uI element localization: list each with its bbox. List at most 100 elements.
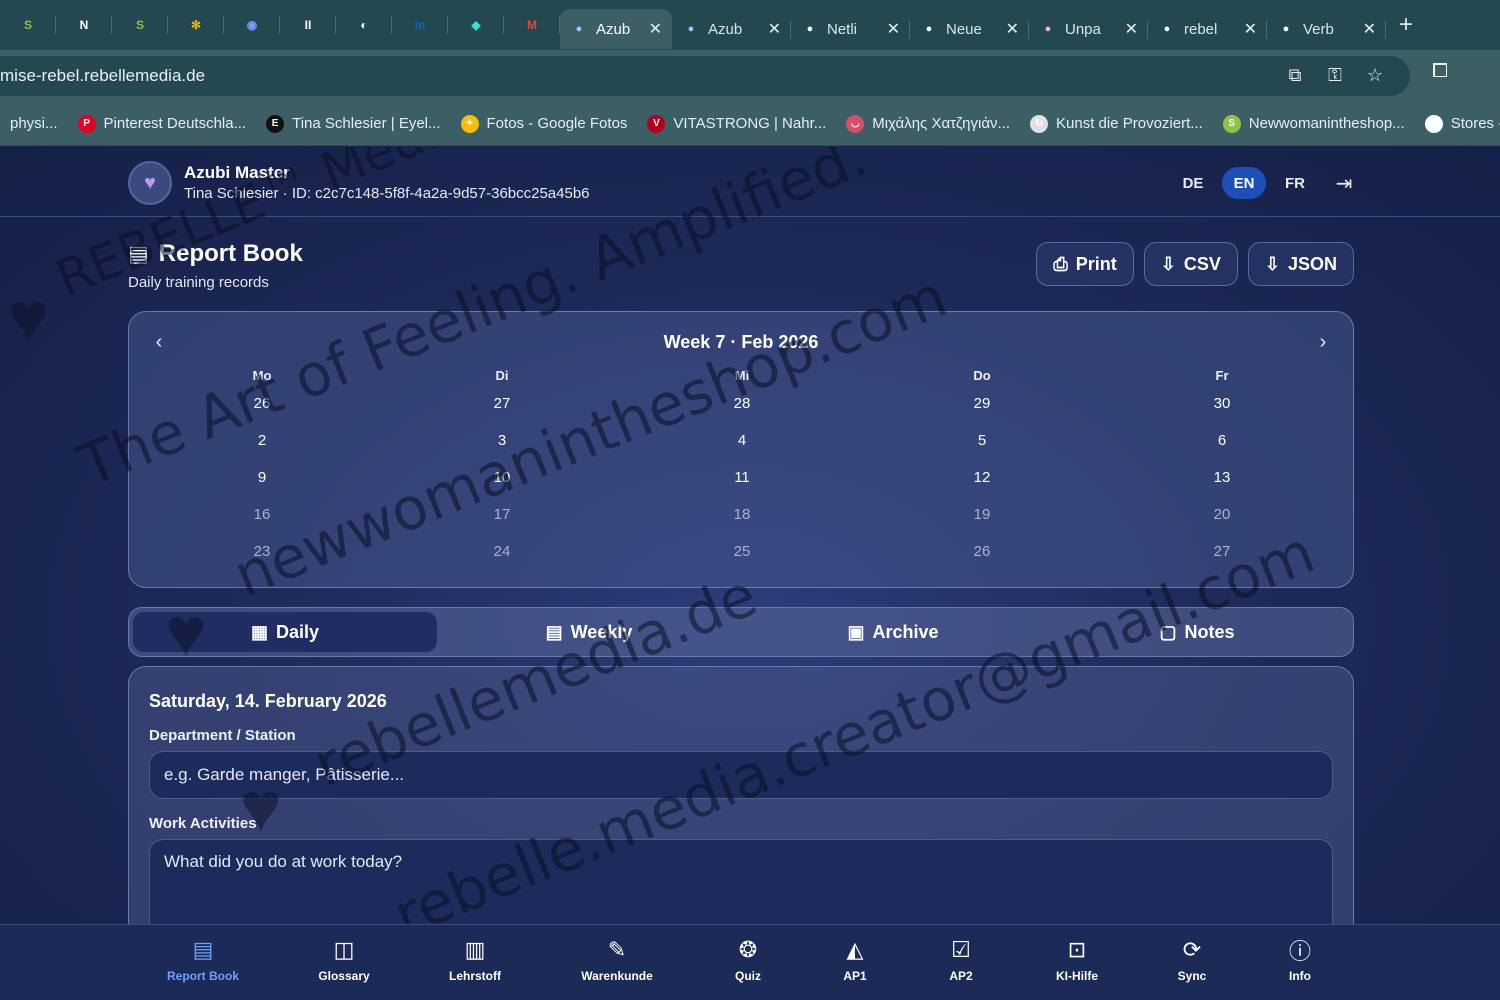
bookmark-item[interactable]: ✦ Fotos - Google Fotos bbox=[451, 114, 638, 133]
tab-close-icon[interactable]: ✕ bbox=[887, 19, 900, 39]
bookmark-item[interactable]: physi... bbox=[0, 115, 68, 132]
pinwheel-icon: ✻ bbox=[190, 18, 202, 32]
bookmark-item[interactable]: ↻ Kunst die Provoziert... bbox=[1020, 114, 1213, 133]
calendar-day[interactable]: 18 bbox=[622, 504, 862, 541]
language-en-button[interactable]: EN bbox=[1222, 167, 1266, 199]
json-button[interactable]: ⇩ JSON bbox=[1247, 242, 1354, 286]
department-input[interactable] bbox=[149, 751, 1333, 799]
logout-icon[interactable]: ⇥ bbox=[1328, 167, 1360, 199]
calendar-day[interactable]: 27 bbox=[382, 393, 622, 430]
browser-tab[interactable]: ● Unpa ✕ bbox=[1029, 9, 1148, 49]
url-text[interactable]: mise-rebel.rebellemedia.de bbox=[0, 66, 205, 86]
tab-weekly[interactable]: ▤ Weekly bbox=[437, 612, 741, 652]
new-tab-button[interactable]: + bbox=[1386, 0, 1426, 50]
nav-quiz[interactable]: ❂ Quiz bbox=[735, 937, 761, 983]
pinned-tab[interactable]: in bbox=[392, 0, 448, 50]
nav-report-book[interactable]: ▤ Report Book bbox=[167, 937, 239, 983]
calendar-day[interactable]: 20 bbox=[1102, 504, 1342, 541]
calendar-day[interactable]: 28 bbox=[622, 393, 862, 430]
nav-glossary[interactable]: ◫ Glossary bbox=[318, 937, 369, 983]
calendar-day[interactable]: 9 bbox=[142, 467, 382, 504]
department-label: Department / Station bbox=[149, 727, 296, 744]
calendar-day[interactable]: 3 bbox=[382, 430, 622, 467]
csv-button[interactable]: ⇩ CSV bbox=[1143, 242, 1238, 286]
circle-arrow-icon: ↻ bbox=[1030, 114, 1049, 133]
language-de-button[interactable]: DE bbox=[1174, 167, 1212, 199]
calendar-day[interactable]: 19 bbox=[862, 504, 1102, 541]
language-fr-button[interactable]: FR bbox=[1276, 167, 1314, 199]
tab-notes[interactable]: ▢ Notes bbox=[1045, 612, 1349, 652]
address-bar[interactable]: mise-rebel.rebellemedia.de ⧉ ⚿ ☆ bbox=[0, 56, 1410, 96]
nav-info[interactable]: ⓘ Info bbox=[1289, 937, 1311, 983]
calendar-day[interactable]: 16 bbox=[142, 504, 382, 541]
nav-label: Glossary bbox=[318, 969, 370, 983]
book-icon: ▥ bbox=[464, 937, 486, 962]
browser-tab[interactable]: ● rebel ✕ bbox=[1148, 9, 1267, 49]
pinned-tab[interactable]: ✻ bbox=[168, 0, 224, 50]
nav-ap1[interactable]: ◭ AP1 bbox=[843, 937, 866, 983]
calendar-day[interactable]: 4 bbox=[622, 430, 862, 467]
tab-close-icon[interactable]: ✕ bbox=[1244, 19, 1257, 39]
tab-close-icon[interactable]: ✕ bbox=[1125, 19, 1138, 39]
tab-close-icon[interactable]: ✕ bbox=[1006, 19, 1019, 39]
calendar-day[interactable]: 30 bbox=[1102, 393, 1342, 430]
bookmark-item[interactable]: P Pinterest Deutschla... bbox=[68, 114, 257, 133]
calendar-day[interactable]: 27 bbox=[1102, 541, 1342, 578]
browser-tab[interactable]: ● Netli ✕ bbox=[791, 9, 910, 49]
extensions-puzzle-icon[interactable]: ⧠ bbox=[1432, 60, 1448, 83]
tab-close-icon[interactable]: ✕ bbox=[1363, 19, 1376, 39]
calendar-day[interactable]: 5 bbox=[862, 430, 1102, 467]
nav-label: Info bbox=[1288, 969, 1311, 983]
calendar-day[interactable]: 29 bbox=[862, 393, 1102, 430]
browser-tab-active[interactable]: ● Azub ✕ bbox=[560, 9, 672, 49]
app-header: ♥ Azubi Master Tina Schlesier · ID: c2c7… bbox=[0, 147, 1500, 217]
bookmark-item[interactable]: ◡ Μιχάλης Χατζηγιάν... bbox=[836, 114, 1020, 133]
browser-tab[interactable]: ● Neue ✕ bbox=[910, 9, 1029, 49]
tab-daily[interactable]: ▦ Daily bbox=[133, 612, 437, 652]
bookmark-item[interactable]: E Tina Schlesier | Eyel... bbox=[256, 114, 450, 133]
clipboard-check-icon: ☑ bbox=[951, 937, 971, 962]
bookmark-label: Stores - Mein bbox=[1450, 115, 1500, 132]
refresh-icon: ⟳ bbox=[1182, 937, 1202, 962]
print-button[interactable]: ⎙ Print bbox=[1036, 242, 1134, 286]
calendar-day[interactable]: 2 bbox=[142, 430, 382, 467]
browser-tab[interactable]: ● Azub ✕ bbox=[672, 9, 791, 49]
calendar-day[interactable]: 17 bbox=[382, 504, 622, 541]
calendar-day[interactable]: 24 bbox=[382, 541, 622, 578]
calendar-day[interactable]: 26 bbox=[862, 541, 1102, 578]
tab-close-icon[interactable]: ✕ bbox=[768, 19, 781, 39]
nav-lehrstoff[interactable]: ▥ Lehrstoff bbox=[449, 937, 501, 983]
calendar-day[interactable]: 25 bbox=[622, 541, 862, 578]
nav-warenkunde[interactable]: ✎ Warenkunde bbox=[581, 937, 653, 983]
bookmark-item[interactable]: ◈ Stores - Mein bbox=[1415, 114, 1500, 133]
pinned-tab[interactable]: ◉ bbox=[224, 0, 280, 50]
pinned-tab[interactable]: S bbox=[0, 0, 56, 50]
pinned-tab[interactable]: II bbox=[280, 0, 336, 50]
password-key-icon[interactable]: ⚿ bbox=[1324, 64, 1346, 86]
calendar-day[interactable]: 11 bbox=[622, 467, 862, 504]
calendar-day[interactable]: 6 bbox=[1102, 430, 1342, 467]
tab-archive[interactable]: ▣ Archive bbox=[741, 612, 1045, 652]
nav-sync[interactable]: ⟳ Sync bbox=[1178, 937, 1207, 983]
bookmark-item[interactable]: S Newwomanintheshop... bbox=[1213, 114, 1415, 133]
view-tabs: ▦ Daily ▤ Weekly ▣ Archive ▢ Notes bbox=[128, 607, 1354, 657]
bookmark-star-icon[interactable]: ☆ bbox=[1364, 64, 1386, 86]
pinned-tab[interactable]: M bbox=[504, 0, 560, 50]
nav-ap2[interactable]: ☑ AP2 bbox=[949, 937, 972, 983]
calendar-next-chevron-icon[interactable]: › bbox=[1311, 330, 1335, 354]
pause-app-icon: II bbox=[304, 18, 312, 32]
pinned-tab[interactable]: ◆ bbox=[448, 0, 504, 50]
pinned-tab[interactable]: N bbox=[56, 0, 112, 50]
pinned-tab[interactable]: S bbox=[112, 0, 168, 50]
calendar-day[interactable]: 26 bbox=[142, 393, 382, 430]
calendar-day[interactable]: 13 bbox=[1102, 467, 1342, 504]
pinned-tab[interactable]: ◐ bbox=[336, 0, 392, 50]
nav-ki-hilfe[interactable]: ⊡ KI-Hilfe bbox=[1056, 937, 1098, 983]
calendar-day[interactable]: 23 bbox=[142, 541, 382, 578]
calendar-day[interactable]: 10 bbox=[382, 467, 622, 504]
browser-tab[interactable]: ● Verb ✕ bbox=[1267, 9, 1386, 49]
tab-close-icon[interactable]: ✕ bbox=[649, 19, 662, 39]
calendar-day[interactable]: 12 bbox=[862, 467, 1102, 504]
bookmark-item[interactable]: V VITASTRONG | Nahr... bbox=[637, 114, 836, 133]
install-app-icon[interactable]: ⧉ bbox=[1284, 64, 1306, 86]
